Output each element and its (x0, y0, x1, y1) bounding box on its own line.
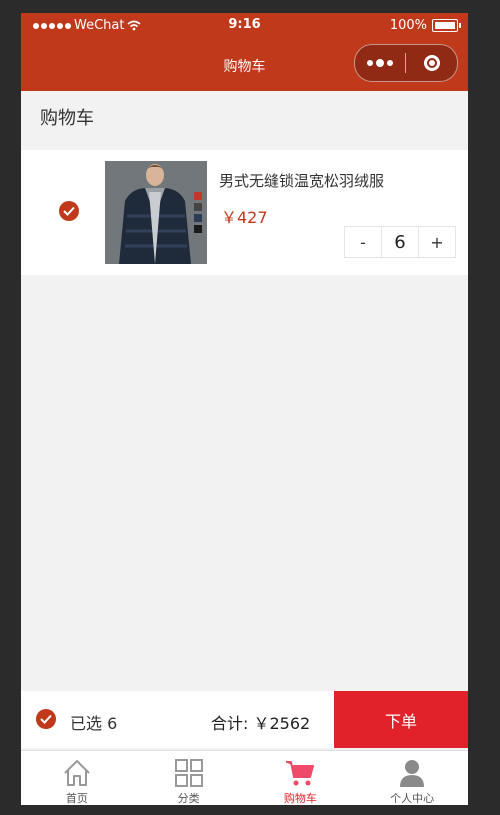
tab-label-home: 首页 (65, 792, 88, 805)
product-price: ￥427 (221, 208, 268, 227)
tab-cart[interactable]: 购物车 (245, 751, 357, 805)
tab-profile[interactable]: 个人中心 (356, 751, 468, 805)
product-name[interactable]: 男式无缝锁温宽松羽绒服 (219, 170, 384, 191)
selected-count: 已选 6 (70, 714, 118, 733)
tab-bar: 首页 分类 购物车 个人中心 (21, 750, 468, 805)
home-icon (62, 757, 92, 789)
status-bar: WeChat 9:16 100% (21, 13, 468, 39)
phone-screen: WeChat 9:16 100% 购物车 购物车 男式无缝锁温宽松羽绒服 ￥42… (21, 13, 468, 805)
category-icon (174, 757, 204, 789)
checkout-bar: 已选 6 合计: ￥2562 下单 (21, 691, 468, 748)
more-menu-icon[interactable] (355, 59, 405, 67)
tab-category[interactable]: 分类 (133, 751, 245, 805)
increase-button[interactable]: + (419, 227, 455, 257)
battery-percent: 100% (389, 18, 427, 33)
target-icon (423, 55, 440, 71)
place-order-button[interactable]: 下单 (334, 691, 468, 748)
select-all-check-icon[interactable] (36, 709, 56, 729)
product-image[interactable] (105, 161, 207, 264)
tab-label-profile: 个人中心 (390, 792, 435, 805)
battery-icon (432, 19, 461, 32)
tab-home[interactable]: 首页 (21, 751, 133, 805)
quantity-stepper: - 6 + (344, 226, 456, 258)
tab-label-cart: 购物车 (283, 792, 317, 805)
tab-label-category: 分类 (177, 792, 200, 805)
quantity-value[interactable]: 6 (381, 227, 419, 257)
miniprogram-capsule (354, 44, 458, 82)
battery-indicator: 100% (389, 18, 461, 33)
total-amount: 合计: ￥2562 (211, 714, 311, 733)
page-title: 购物车 (40, 108, 94, 129)
nav-bar: 购物车 (21, 39, 468, 91)
item-check-icon[interactable] (59, 201, 79, 221)
cart-icon (285, 757, 315, 789)
decrease-button[interactable]: - (345, 227, 381, 257)
cart-item: 男式无缝锁温宽松羽绒服 ￥427 - 6 + (21, 150, 468, 275)
person-icon (397, 757, 427, 789)
close-miniprogram-button[interactable] (406, 55, 457, 71)
